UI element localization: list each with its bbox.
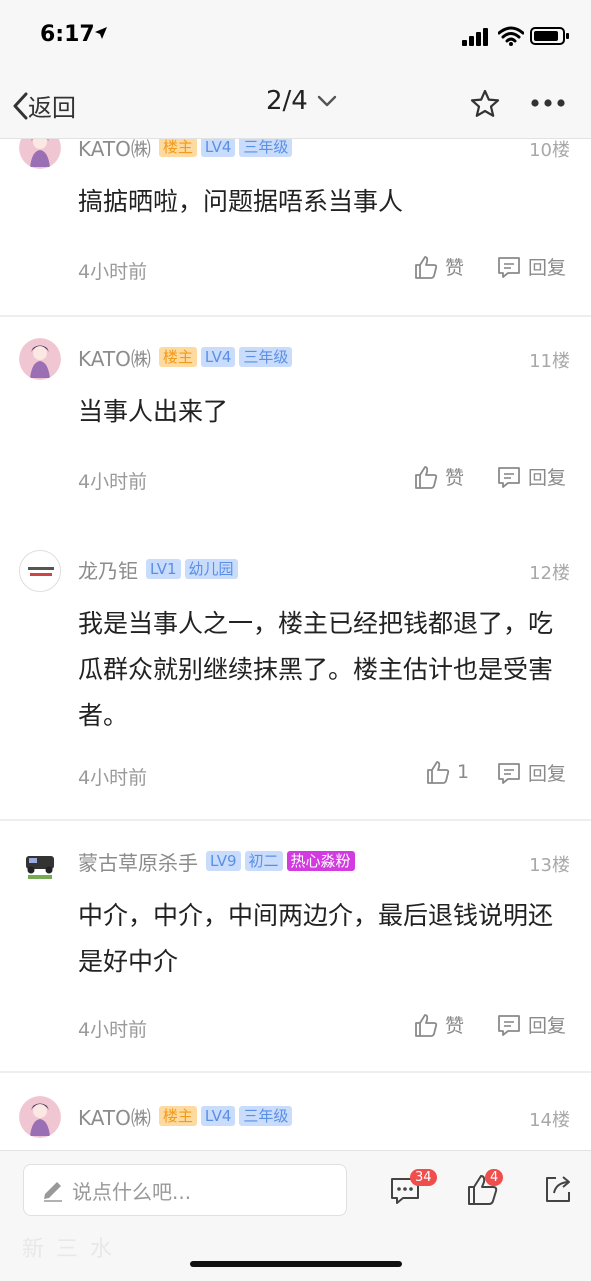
post-time: 4小时前 <box>78 1019 148 1041</box>
page-selector[interactable]: 2/4 <box>266 86 338 116</box>
wifi-icon <box>498 26 524 46</box>
fan-badge: 热心淼粉 <box>286 851 355 871</box>
like-button[interactable]: 赞 <box>413 253 464 280</box>
like-thread-button[interactable]: 4 <box>465 1169 504 1211</box>
reply-post: KATO㈱ 楼主 LV4 三年级 11楼 当事人出来了 4小时前 赞 回复 <box>0 317 591 507</box>
grade-badge: 三年级 <box>239 1106 293 1126</box>
post-header: KATO㈱ 楼主 LV4 三年级 <box>78 343 293 372</box>
comment-icon <box>498 256 520 278</box>
grade-badge: 三年级 <box>239 347 293 367</box>
reply-post: KATO㈱ 楼主 LV4 三年级 10楼 搞掂晒啦，问题据唔系当事人 4小时前 … <box>0 139 591 315</box>
watermark: 新三水 <box>22 1237 125 1262</box>
post-header: 龙乃钜 LV1 幼儿园 <box>78 555 238 584</box>
reply-label: 回复 <box>528 467 567 489</box>
post-header: 蒙古草原杀手 LV9 初二 热心淼粉 <box>78 847 355 876</box>
reply-post: KATO㈱ 楼主 LV4 三年级 14楼 <box>0 1073 591 1150</box>
navigation-bar: 返回 2/4 <box>0 70 591 139</box>
comment-placeholder: 说点什么吧... <box>72 1179 192 1204</box>
comments-button[interactable]: 34 <box>388 1169 437 1211</box>
username[interactable]: 蒙古草原杀手 <box>78 847 198 876</box>
owner-badge: 楼主 <box>158 1106 197 1126</box>
share-button[interactable] <box>542 1173 574 1209</box>
reply-button[interactable]: 回复 <box>496 1011 566 1038</box>
level-badge: LV9 <box>206 851 241 871</box>
thumbs-up-icon <box>415 465 438 489</box>
status-time: 6:17 <box>40 22 95 47</box>
username[interactable]: 龙乃钜 <box>78 555 138 584</box>
username[interactable]: KATO㈱ <box>78 343 151 372</box>
level-badge: LV4 <box>200 139 236 157</box>
post-content: 中介，中介，中间两边介，最后退钱说明还是好中介 <box>78 901 554 976</box>
pencil-icon <box>44 1182 62 1202</box>
chevron-down-icon <box>317 95 337 107</box>
battery-icon <box>530 27 569 45</box>
post-time: 4小时前 <box>78 471 148 493</box>
like-label: 赞 <box>445 467 465 489</box>
post-content: 当事人出来了 <box>78 397 229 426</box>
grade-badge: 幼儿园 <box>184 559 238 579</box>
post-content: 我是当事人之一，楼主已经把钱都退了，吃瓜群众就别继续抹黑了。楼主估计也是受害者。 <box>78 609 554 730</box>
avatar[interactable] <box>19 550 61 592</box>
comment-icon <box>498 762 520 784</box>
floor-number: 14楼 <box>529 1110 570 1131</box>
home-indicator[interactable] <box>190 1261 402 1267</box>
bottom-toolbar: 说点什么吧... 34 4 新三水 <box>0 1150 591 1281</box>
like-button[interactable]: 1 <box>425 759 469 785</box>
like-count: 1 <box>457 761 470 783</box>
avatar[interactable] <box>19 842 61 884</box>
status-bar: 6:17 <box>0 0 591 70</box>
reply-feed[interactable]: KATO㈱ 楼主 LV4 三年级 10楼 搞掂晒啦，问题据唔系当事人 4小时前 … <box>0 139 591 1150</box>
grade-badge: 三年级 <box>239 139 293 157</box>
reply-label: 回复 <box>528 257 567 279</box>
comment-count-badge: 34 <box>410 1169 437 1186</box>
reply-post: 龙乃钜 LV1 幼儿园 12楼 我是当事人之一，楼主已经把钱都退了，吃瓜群众就别… <box>0 529 591 819</box>
floor-number: 11楼 <box>529 351 570 372</box>
level-badge: LV1 <box>146 559 181 579</box>
chevron-left-icon <box>13 92 28 119</box>
reply-button[interactable]: 回复 <box>496 759 566 786</box>
avatar[interactable] <box>19 338 61 380</box>
avatar[interactable] <box>19 1096 61 1138</box>
comment-icon <box>498 466 520 488</box>
back-button[interactable]: 返回 <box>12 88 76 123</box>
level-badge: LV4 <box>200 347 236 367</box>
more-options-icon[interactable] <box>530 98 566 108</box>
floor-number: 13楼 <box>529 855 570 876</box>
post-content: 搞掂晒啦，问题据唔系当事人 <box>78 187 404 216</box>
post-header: KATO㈱ 楼主 LV4 三年级 <box>78 1102 293 1131</box>
post-time: 4小时前 <box>78 767 148 789</box>
location-arrow-icon <box>95 27 107 39</box>
page-indicator: 2/4 <box>266 86 308 116</box>
thumbs-up-icon <box>427 761 450 784</box>
reply-label: 回复 <box>528 1015 567 1037</box>
username[interactable]: KATO㈱ <box>78 1102 151 1131</box>
reply-button[interactable]: 回复 <box>496 463 566 490</box>
thumbs-up-icon <box>415 1013 438 1037</box>
owner-badge: 楼主 <box>158 347 197 367</box>
floor-number: 10楼 <box>529 140 570 161</box>
share-icon <box>546 1176 570 1202</box>
level-badge: LV4 <box>200 1106 236 1126</box>
back-label: 返回 <box>28 94 76 122</box>
thumbs-up-icon <box>415 255 438 279</box>
like-label: 赞 <box>445 257 465 279</box>
comment-icon <box>498 1014 520 1036</box>
like-button[interactable]: 赞 <box>413 463 464 490</box>
reply-post: 蒙古草原杀手 LV9 初二 热心淼粉 13楼 中介，中介，中间两边介，最后退钱说… <box>0 821 591 1071</box>
like-label: 赞 <box>445 1015 465 1037</box>
like-count-badge: 4 <box>485 1169 504 1186</box>
favorite-star-icon[interactable] <box>469 88 501 120</box>
owner-badge: 楼主 <box>158 139 197 157</box>
reply-label: 回复 <box>528 763 567 785</box>
reply-button[interactable]: 回复 <box>496 253 566 280</box>
post-header: KATO㈱ 楼主 LV4 三年级 <box>78 139 293 162</box>
like-button[interactable]: 赞 <box>413 1011 464 1038</box>
floor-number: 12楼 <box>529 563 570 584</box>
comment-input[interactable]: 说点什么吧... <box>23 1164 347 1216</box>
cellular-signal-icon <box>462 28 488 46</box>
avatar[interactable] <box>19 139 61 169</box>
username[interactable]: KATO㈱ <box>78 139 151 162</box>
post-time: 4小时前 <box>78 261 148 283</box>
grade-badge: 初二 <box>244 851 283 871</box>
